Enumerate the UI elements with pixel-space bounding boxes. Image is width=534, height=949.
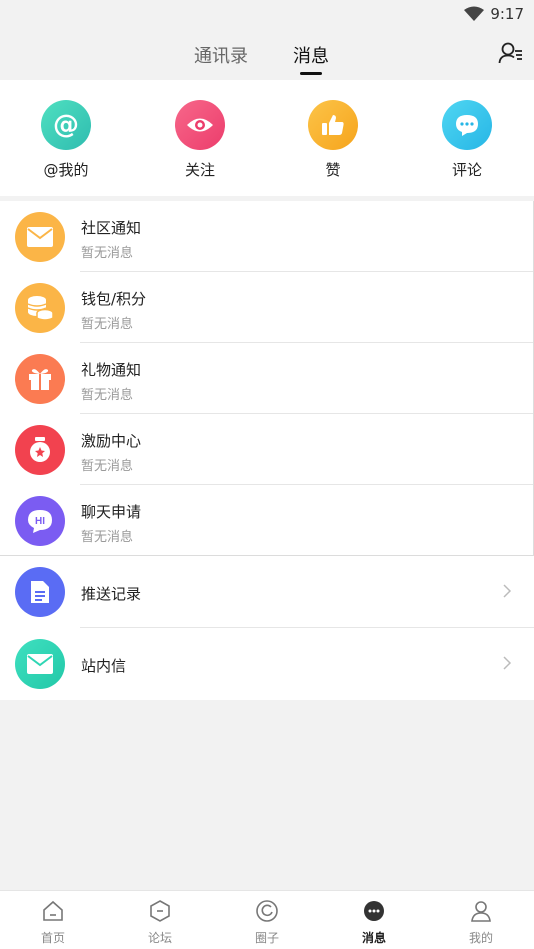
circle-icon [256, 900, 278, 922]
hi-chat-icon: HI [15, 496, 65, 546]
list-item-subtitle: 暂无消息 [81, 246, 134, 261]
list-item-gift-notice[interactable]: 礼物通知 暂无消息 [0, 343, 534, 414]
nav-label: 首页 [40, 931, 65, 945]
document-icon [15, 567, 65, 617]
nav-messages[interactable]: 消息 [344, 899, 404, 946]
list-item-title: 礼物通知 [81, 361, 142, 379]
list-item-subtitle: 暂无消息 [81, 317, 134, 332]
nav-home[interactable]: 首页 [23, 899, 83, 946]
status-time: 9:17 [490, 5, 524, 23]
list-item-subtitle: 暂无消息 [81, 530, 134, 545]
at-icon: @ [41, 100, 91, 150]
bottom-nav: 首页 论坛 圈子 消息 我的 [0, 890, 534, 949]
list-item-incentive-center[interactable]: 激励中心 暂无消息 [0, 414, 534, 485]
contacts-settings-icon[interactable] [498, 40, 524, 66]
message-list: 社区通知 暂无消息 钱包/积分 暂无消息 礼物通知 暂无消息 激励中心 暂无消息… [0, 201, 534, 700]
list-item-community-notice[interactable]: 社区通知 暂无消息 [0, 201, 534, 272]
list-item-title: 社区通知 [81, 219, 142, 237]
nav-label: 圈子 [254, 931, 279, 945]
list-item-title: 钱包/积分 [81, 290, 147, 308]
list-item-title: 站内信 [81, 657, 127, 675]
nav-profile[interactable]: 我的 [451, 899, 511, 946]
quick-action-comment[interactable]: 评论 [427, 100, 507, 180]
svg-text:HI: HI [35, 516, 45, 527]
list-item-wallet-points[interactable]: 钱包/积分 暂无消息 [0, 272, 534, 343]
quick-action-label: 评论 [451, 161, 482, 179]
thumbs-up-icon [308, 100, 358, 150]
quick-action-like[interactable]: 赞 [293, 100, 373, 180]
home-icon [43, 900, 63, 921]
quick-action-at-me[interactable]: @ @我的 [26, 100, 106, 180]
list-item-subtitle: 暂无消息 [81, 388, 134, 403]
quick-action-follow[interactable]: 关注 [160, 100, 240, 180]
envelope-icon [15, 639, 65, 689]
chevron-right-icon [503, 656, 512, 670]
quick-action-label: 关注 [184, 161, 215, 179]
list-item-chat-request[interactable]: HI 聊天申请 暂无消息 [0, 485, 534, 556]
medal-icon [15, 425, 65, 475]
quick-actions: @ @我的 关注 赞 评论 [0, 80, 534, 196]
gift-icon [15, 354, 65, 404]
chevron-right-icon [503, 584, 512, 598]
tab-contacts[interactable]: 通讯录 [194, 42, 248, 68]
nav-label: 论坛 [147, 931, 172, 945]
quick-action-label: @我的 [43, 161, 89, 179]
nav-circle[interactable]: 圈子 [237, 899, 297, 946]
status-bar: 9:17 [0, 0, 534, 30]
profile-icon [471, 901, 491, 922]
wifi-icon [464, 6, 484, 21]
quick-action-label: 赞 [325, 161, 341, 179]
header: 通讯录 消息 [0, 30, 534, 80]
list-item-title: 推送记录 [81, 585, 142, 603]
list-item-title: 聊天申请 [81, 503, 142, 521]
envelope-icon [15, 212, 65, 262]
list-item-site-mail[interactable]: 站内信 [0, 628, 534, 700]
tab-messages[interactable]: 消息 [293, 42, 329, 68]
list-item-push-history[interactable]: 推送记录 [0, 556, 534, 628]
coins-icon [15, 283, 65, 333]
list-item-title: 激励中心 [81, 432, 142, 450]
list-item-subtitle: 暂无消息 [81, 459, 134, 474]
active-tab-indicator [300, 72, 322, 75]
nav-forum[interactable]: 论坛 [130, 899, 190, 946]
nav-label: 我的 [468, 931, 493, 945]
forum-icon [150, 900, 170, 922]
message-icon [364, 901, 384, 921]
eye-icon [175, 100, 225, 150]
chat-bubble-icon [442, 100, 492, 150]
nav-label: 消息 [361, 931, 386, 945]
